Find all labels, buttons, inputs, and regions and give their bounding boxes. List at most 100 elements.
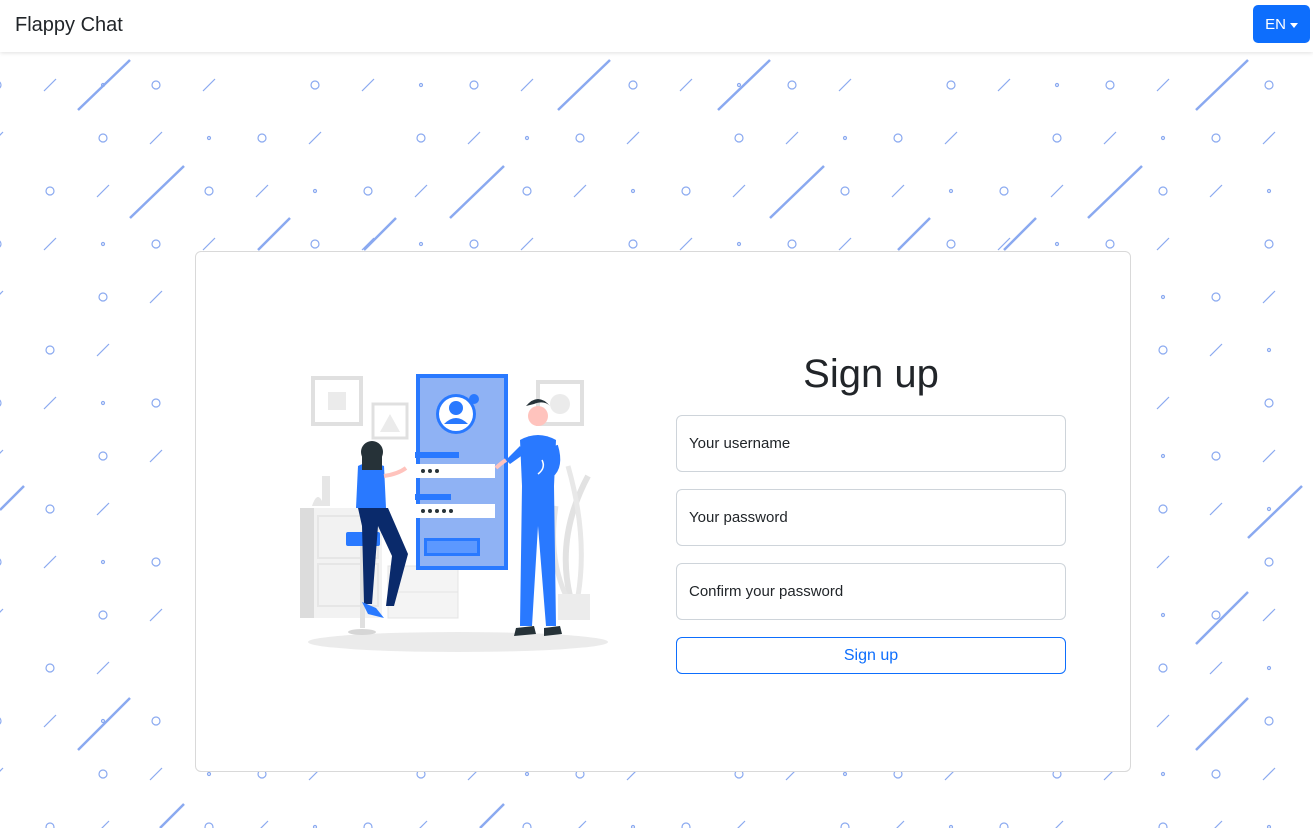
pattern-circle: [45, 822, 55, 828]
pattern-circle: [787, 80, 797, 90]
pattern-slash: [1262, 767, 1276, 781]
pattern-slash: [202, 237, 216, 251]
signup-submit-button[interactable]: Sign up: [676, 637, 1066, 674]
pattern-slash: [679, 78, 693, 92]
pattern-circle: [310, 239, 320, 249]
pattern-long-slash: [449, 165, 505, 219]
signup-illustration: [300, 374, 608, 652]
pattern-circle: [151, 398, 161, 408]
pattern-slash: [520, 78, 534, 92]
pattern-circle: [575, 133, 585, 143]
pattern-circle: [1158, 186, 1168, 196]
pattern-slash: [838, 237, 852, 251]
pattern-slash: [578, 820, 587, 828]
pattern-circle: [416, 133, 426, 143]
pattern-dot: [1160, 135, 1166, 141]
pattern-circle: [0, 558, 2, 566]
pattern-slash: [149, 608, 163, 622]
pattern-circle: [1105, 239, 1115, 249]
pattern-dot: [1160, 771, 1166, 777]
pattern-long-slash: [77, 697, 131, 751]
pattern-circle: [1211, 769, 1221, 779]
pattern-circle: [1211, 133, 1221, 143]
pattern-circle: [45, 504, 55, 514]
signup-heading: Sign up: [803, 352, 939, 396]
pattern-circle: [1211, 451, 1221, 461]
signup-card: Sign up Sign up: [195, 251, 1131, 772]
pattern-slash: [43, 555, 57, 569]
pattern-slash: [361, 78, 375, 92]
pattern-long-slash: [363, 217, 397, 251]
pattern-slash: [737, 820, 746, 828]
pattern-slash: [944, 131, 958, 145]
pattern-circle: [98, 292, 108, 302]
pattern-circle: [151, 239, 161, 249]
pattern-slash: [260, 820, 269, 828]
username-input[interactable]: [676, 415, 1066, 472]
pattern-dot: [1266, 506, 1272, 512]
pattern-circle: [1158, 822, 1168, 828]
pattern-slash: [255, 184, 269, 198]
pattern-circle: [1211, 292, 1221, 302]
pattern-slash: [0, 290, 4, 295]
pattern-slash: [0, 131, 4, 136]
pattern-circle: [734, 133, 744, 143]
language-dropdown-button[interactable]: EN: [1253, 5, 1310, 43]
pattern-dot: [1266, 347, 1272, 353]
top-navbar: Flappy Chat EN: [0, 0, 1313, 52]
pattern-circle: [946, 239, 956, 249]
pattern-circle: [45, 186, 55, 196]
pattern-slash: [785, 131, 799, 145]
pattern-long-slash: [479, 803, 505, 828]
pattern-long-slash: [557, 59, 611, 111]
pattern-slash: [1209, 661, 1223, 675]
language-label: EN: [1265, 15, 1286, 33]
pattern-slash: [732, 184, 746, 198]
pattern-slash: [1156, 78, 1170, 92]
pattern-slash: [1214, 820, 1223, 828]
pattern-long-slash: [0, 485, 25, 511]
pattern-circle: [98, 133, 108, 143]
pattern-slash: [43, 714, 57, 728]
pattern-circle: [1158, 504, 1168, 514]
pattern-circle: [999, 822, 1009, 828]
pattern-circle: [1211, 610, 1221, 620]
pattern-dot: [100, 241, 106, 247]
pattern-circle: [45, 345, 55, 355]
pattern-slash: [520, 237, 534, 251]
pattern-circle: [628, 239, 638, 249]
pattern-dot: [206, 771, 212, 777]
pattern-circle: [310, 80, 320, 90]
pattern-slash: [1156, 555, 1170, 569]
pattern-circle: [628, 80, 638, 90]
pattern-dot: [1160, 453, 1166, 459]
pattern-slash: [361, 237, 375, 251]
pattern-slash: [573, 184, 587, 198]
confirm-password-input[interactable]: [676, 563, 1066, 620]
pattern-slash: [1055, 820, 1064, 828]
pattern-slash: [43, 237, 57, 251]
pattern-slash: [1156, 237, 1170, 251]
pattern-circle: [1264, 398, 1274, 408]
pattern-slash: [149, 767, 163, 781]
pattern-slash: [1209, 502, 1223, 516]
pattern-circle: [151, 716, 161, 726]
pattern-dot: [524, 771, 530, 777]
pattern-slash: [1262, 449, 1276, 463]
pattern-circle: [1264, 239, 1274, 249]
pattern-circle: [840, 822, 850, 828]
pattern-slash: [838, 78, 852, 92]
pattern-circle: [1158, 345, 1168, 355]
brand-title[interactable]: Flappy Chat: [15, 14, 123, 37]
pattern-slash: [96, 343, 110, 357]
pattern-circle: [151, 557, 161, 567]
pattern-circle: [469, 239, 479, 249]
pattern-slash: [96, 502, 110, 516]
pattern-slash: [308, 131, 322, 145]
pattern-long-slash: [77, 59, 131, 111]
pattern-dot: [100, 718, 106, 724]
pattern-slash: [96, 661, 110, 675]
pattern-long-slash: [159, 803, 185, 828]
pattern-dot: [736, 82, 742, 88]
password-input[interactable]: [676, 489, 1066, 546]
